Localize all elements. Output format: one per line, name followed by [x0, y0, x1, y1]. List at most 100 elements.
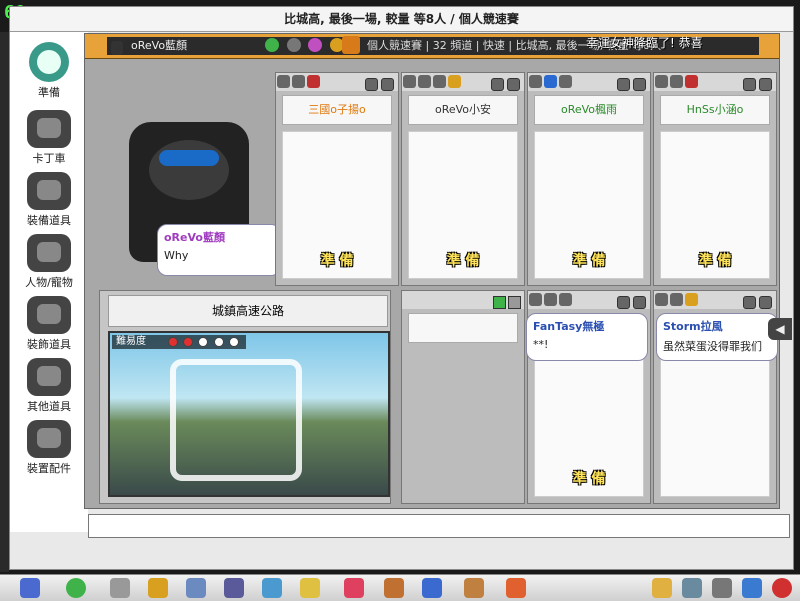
slot-header: [402, 73, 524, 91]
slot-close-button[interactable]: [759, 296, 772, 309]
slot-open-button[interactable]: [743, 78, 756, 91]
slot-close-button[interactable]: [507, 78, 520, 91]
game-icon[interactable]: [506, 578, 526, 598]
sidebar-item-other[interactable]: 其他道具: [14, 358, 84, 414]
home-icon[interactable]: [20, 578, 40, 598]
player-slot[interactable]: oReVo小安 準 備: [401, 72, 525, 286]
badge-icon: [559, 75, 572, 88]
slot-open-button[interactable]: [617, 78, 630, 91]
slot-header: [654, 73, 776, 91]
player-icon: [111, 41, 123, 55]
sidebar-item-label: 準備: [38, 86, 60, 99]
back-icon[interactable]: [66, 578, 86, 598]
player-slot[interactable]: oReVo楓雨 準 備: [527, 72, 651, 286]
flag-icon[interactable]: [422, 578, 442, 598]
room-panel: oReVo藍顏 個人競速賽 | 32 頻道 | 快速 | 比城高, 最後一場, …: [84, 33, 780, 509]
power-icon[interactable]: [772, 578, 792, 598]
sidebar: 準備 卡丁車 裝備道具 人物/寵物 裝飾道具 其他道具 裝置配件: [10, 32, 88, 532]
sidebar-item-decoration[interactable]: 裝飾道具: [14, 296, 84, 352]
heart-icon[interactable]: [344, 578, 364, 598]
notes-icon[interactable]: [652, 578, 672, 598]
slot-header: [528, 73, 650, 91]
sidebar-item-label: 裝置配件: [27, 462, 71, 475]
slot-close-button[interactable]: [633, 78, 646, 91]
player-slot[interactable]: Storm拉風 虽然菜蛋没得罪我们: [653, 290, 778, 504]
track-map: [170, 359, 302, 481]
sidebar-item-label: 人物/寵物: [25, 276, 73, 289]
player-name: [408, 313, 518, 343]
sidebar-item-equipment[interactable]: 裝備道具: [14, 172, 84, 228]
bubble-name: FanTasy無極: [533, 320, 605, 333]
slot-close-button[interactable]: [759, 78, 772, 91]
search-icon[interactable]: [742, 578, 762, 598]
difficulty-dot: [228, 337, 239, 347]
item-icon[interactable]: [300, 578, 320, 598]
slot-open-button[interactable]: [617, 296, 630, 309]
ready-status: 準 備: [698, 253, 732, 269]
bubble-text: **!: [533, 338, 549, 351]
badge-icon: [544, 293, 557, 306]
character-face: [149, 140, 229, 200]
player-slot[interactable]: 準 備 FanTasy無極 **!: [526, 290, 651, 504]
trophy-icon: [448, 75, 461, 88]
bubble-name: oReVo藍顏: [164, 231, 225, 244]
player-slot[interactable]: HnSs小涵o 準 備: [653, 72, 777, 286]
pencil-icon[interactable]: [384, 578, 404, 598]
player-name: 三國o子揚o: [282, 95, 392, 125]
difficulty-dot: [198, 337, 209, 347]
player-name: oReVo小安: [408, 95, 518, 125]
slot-close-button[interactable]: [508, 296, 521, 309]
badge-icon: [670, 293, 683, 306]
sidebar-item-character[interactable]: 人物/寵物: [14, 234, 84, 290]
track-preview: 難易度: [108, 331, 390, 497]
slot-close-button[interactable]: [381, 78, 394, 91]
difficulty-dot: [183, 337, 194, 347]
settings-icon[interactable]: [186, 578, 206, 598]
badge-icon: [559, 293, 572, 306]
slot-header: [402, 291, 524, 309]
sidebar-item-kart[interactable]: 卡丁車: [14, 110, 84, 166]
slot-open-button[interactable]: [743, 296, 756, 309]
slot-header: [654, 291, 776, 309]
chat-input[interactable]: [88, 514, 790, 538]
glove-icon: [529, 293, 542, 306]
slot-open-button[interactable]: [365, 78, 378, 91]
difficulty-dot: [213, 337, 224, 347]
sidebar-item-accessory[interactable]: 裝置配件: [14, 420, 84, 476]
gear-icon[interactable]: [682, 578, 702, 598]
book-icon[interactable]: [464, 578, 484, 598]
slot-open-button[interactable]: [491, 78, 504, 91]
slot-close-button[interactable]: [633, 296, 646, 309]
badge-icon: [265, 38, 279, 52]
slot-header: [276, 73, 398, 91]
kart-icon[interactable]: [224, 578, 244, 598]
tools-icon[interactable]: [712, 578, 732, 598]
chat-icon[interactable]: [262, 578, 282, 598]
player-name: HnSs小涵o: [660, 95, 770, 125]
equipment-icon: [27, 172, 71, 210]
player-character: 準 備: [660, 131, 770, 279]
mode-icon: [342, 36, 360, 54]
host-character-area: oReVo藍顏 Why: [87, 62, 281, 282]
sidebar-item-ready[interactable]: 準備: [14, 42, 84, 100]
sidebar-item-label: 裝備道具: [27, 214, 71, 227]
shop-icon[interactable]: [110, 578, 130, 598]
slot-header: [528, 291, 650, 309]
bubble-text: 虽然菜蛋没得罪我们: [663, 340, 762, 353]
character-icon[interactable]: [148, 578, 168, 598]
badge-icon: [308, 38, 322, 52]
slot-open-button[interactable]: [493, 296, 506, 309]
track-name[interactable]: 城鎮高速公路: [108, 295, 388, 327]
empty-slot[interactable]: [401, 290, 525, 504]
accessory-icon: [27, 420, 71, 458]
badge-icon: [286, 38, 301, 52]
player-character: [660, 351, 770, 497]
player-slot[interactable]: 三國o子揚o 準 備: [275, 72, 399, 286]
collapse-arrow-icon[interactable]: ◀: [768, 318, 792, 340]
glove-icon: [655, 293, 668, 306]
host-badges: [265, 38, 348, 58]
left-frame: [0, 32, 9, 572]
other-items-icon: [27, 358, 71, 396]
character-goggles: [159, 150, 219, 166]
difficulty-dots: [168, 337, 241, 352]
